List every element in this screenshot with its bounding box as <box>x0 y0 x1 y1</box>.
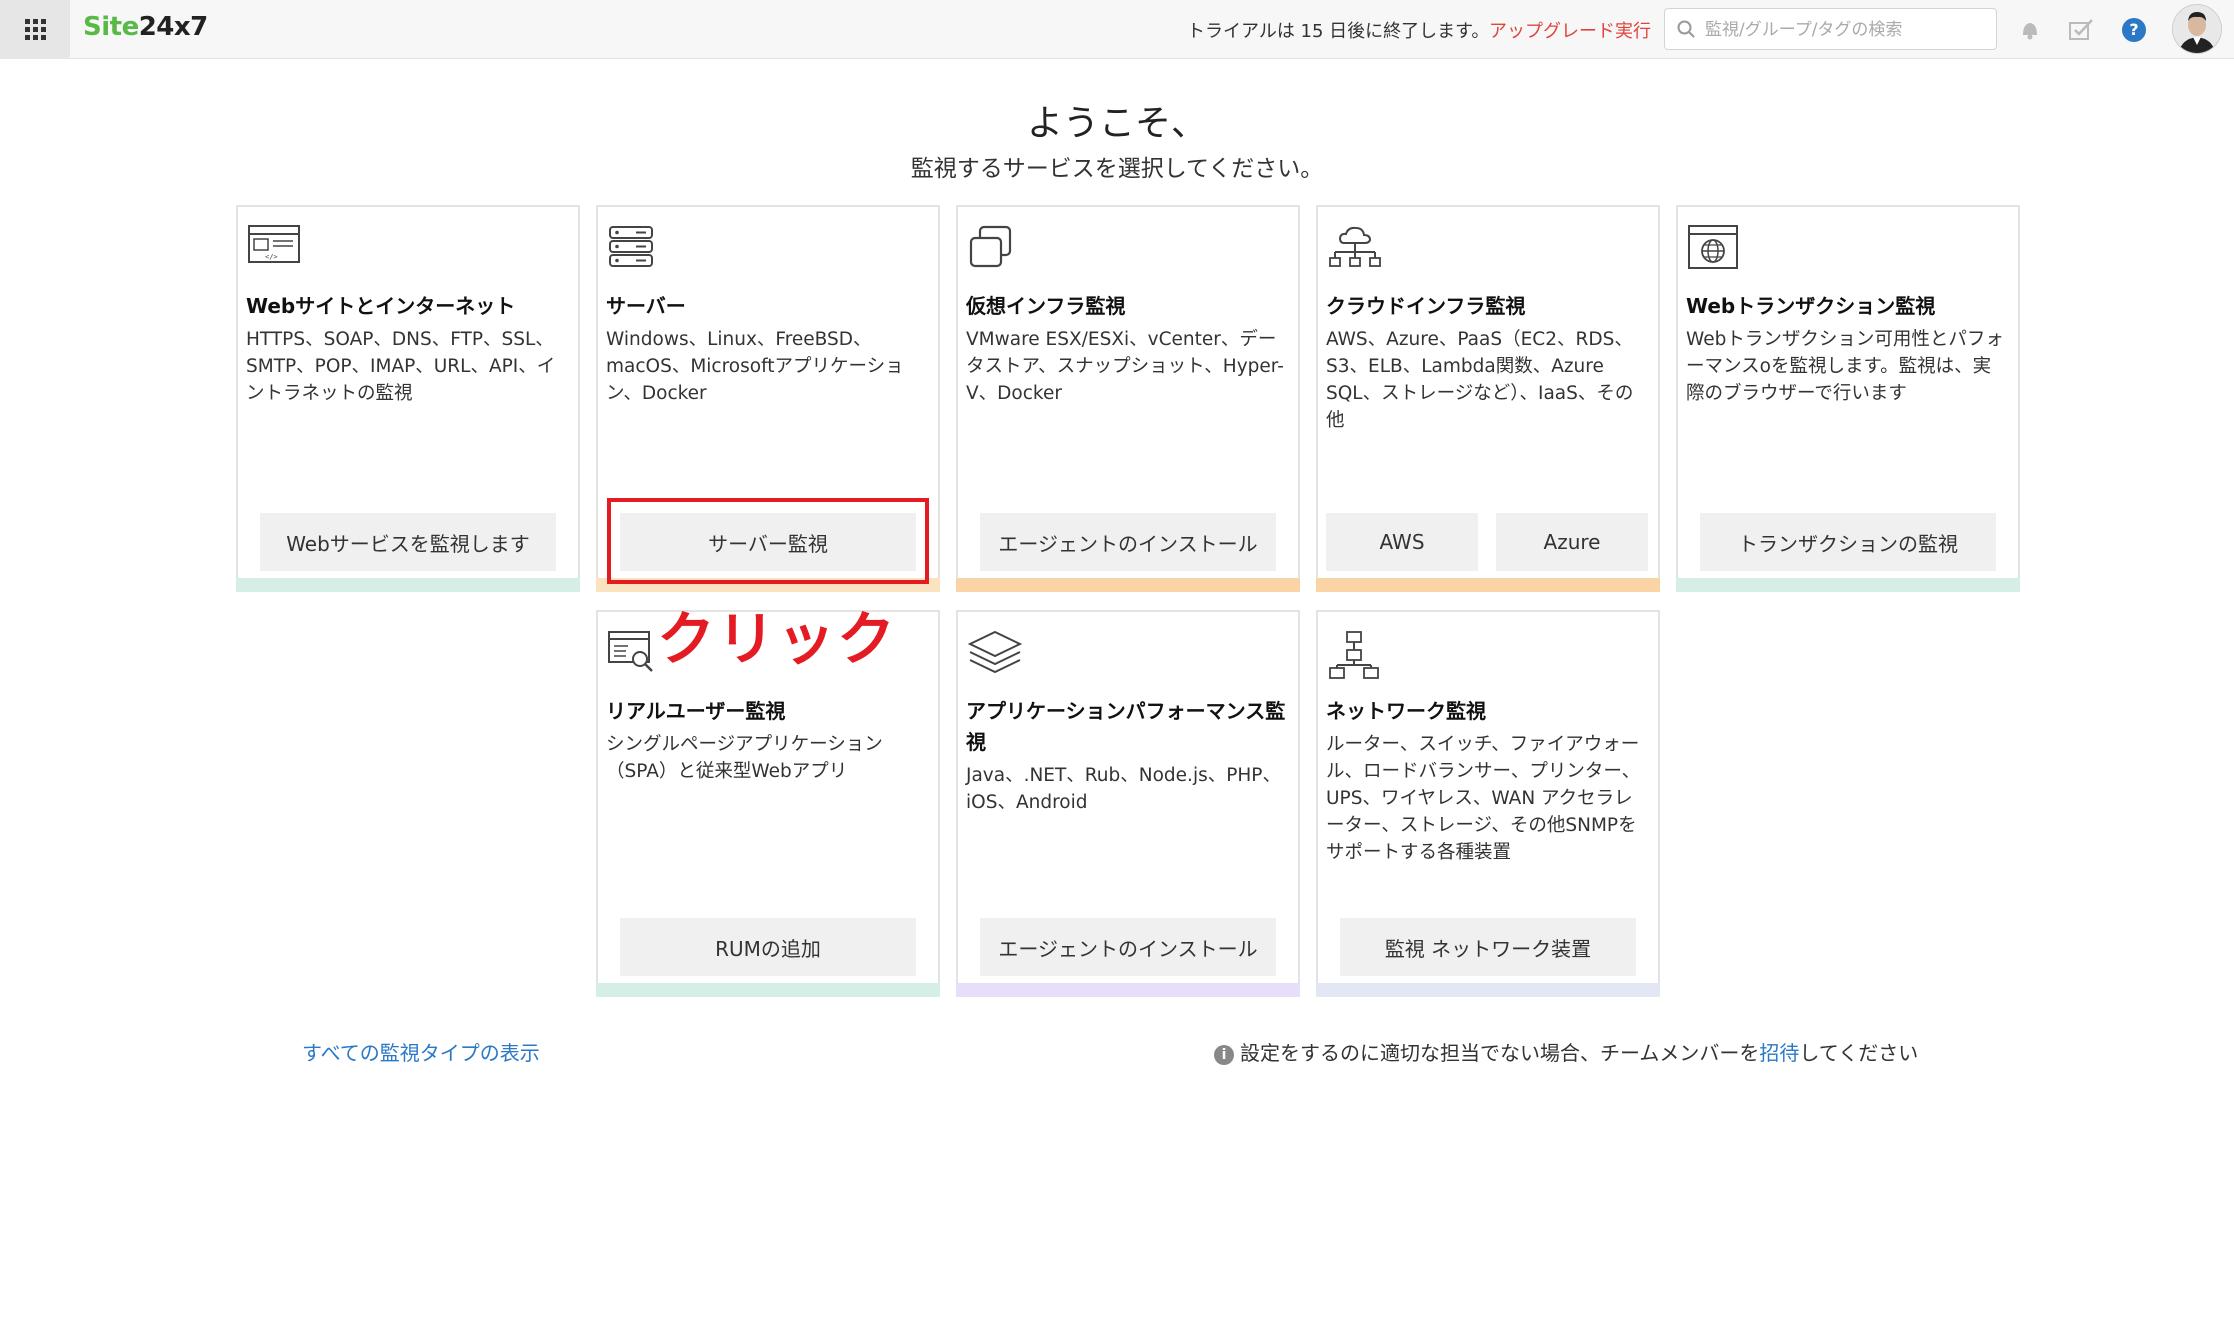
card-accent-bar <box>236 578 580 592</box>
card-accent-bar <box>596 983 940 997</box>
top-bar: Site24x7 トライアルは 15 日後に終了します。 アップグレード実行 ? <box>0 0 2234 59</box>
rum-monitor-icon <box>608 631 653 672</box>
network-topology-icon <box>1329 631 1379 679</box>
card-accent-bar <box>956 578 1300 592</box>
invite-note-text: 設定をするのに適切な担当でない場合、チームメンバーを <box>1240 1041 1760 1065</box>
invite-note-text-end: してください <box>1799 1041 1919 1065</box>
card-title: リアルユーザー監視 <box>606 699 786 723</box>
card-description: シングルページアプリケーション（SPA）と従来型Webアプリ <box>606 734 883 782</box>
server-icon <box>609 226 653 267</box>
monitor-web-services-button[interactable]: Webサービスを監視します <box>260 513 556 571</box>
card-title: ネットワーク監視 <box>1326 699 1486 723</box>
user-avatar[interactable] <box>2172 4 2222 54</box>
welcome-subtitle: 監視するサービスを選択してください。 <box>910 156 1324 182</box>
upgrade-link[interactable]: アップグレード実行 <box>1489 17 1651 43</box>
info-icon: i <box>1214 1045 1234 1065</box>
card-title: アプリケーションパフォーマンス監視 <box>966 699 1286 754</box>
layers-icon <box>968 630 1022 674</box>
invite-note: i 設定をするのに適切な担当でない場合、チームメンバーを招待してください <box>1214 1037 1918 1066</box>
card-website-monitoring: </> Webサイトとインターネット HTTPS、SOAP、DNS、FTP、SS… <box>236 205 580 592</box>
aws-button[interactable]: AWS <box>1326 513 1478 571</box>
browser-globe-icon <box>1688 225 1738 269</box>
card-title: クラウドインフラ監視 <box>1326 294 1526 318</box>
card-description: AWS、Azure、PaaS（EC2、RDS、S3、ELB、Lambda関数、A… <box>1326 329 1634 431</box>
trial-notice: トライアルは 15 日後に終了します。 <box>1187 21 1490 42</box>
card-web-transaction-monitoring: Webトランザクション監視 Webトランザクション可用性とパフォーマンスoを監視… <box>1676 205 2020 592</box>
card-network-monitoring: ネットワーク監視 ルーター、スイッチ、ファイアウォール、ロードバランサー、プリン… <box>1316 610 1660 997</box>
card-accent-bar <box>956 983 1300 997</box>
virtual-infra-icon <box>969 225 1012 268</box>
tasks-icon[interactable] <box>2068 18 2094 42</box>
app-grid-icon[interactable] <box>0 0 70 59</box>
card-accent-bar <box>1676 578 2020 592</box>
add-rum-button[interactable]: RUMの追加 <box>620 918 916 976</box>
card-description: Webトランザクション可用性とパフォーマンスoを監視します。監視は、実際のブラウ… <box>1686 329 2004 404</box>
search-icon <box>1677 20 1695 38</box>
card-title: Webサイトとインターネット <box>246 294 516 318</box>
card-accent-bar <box>1316 983 1660 997</box>
cloud-network-icon <box>1329 226 1381 267</box>
logo-text-24x7: 24x7 <box>138 12 209 42</box>
install-agent-button[interactable]: エージェントのインストール <box>980 918 1276 976</box>
search-input[interactable] <box>1703 17 1987 43</box>
install-agent-button[interactable]: エージェントのインストール <box>980 513 1276 571</box>
welcome-heading: ようこそ、 <box>1026 103 1207 144</box>
card-description: Windows、Linux、FreeBSD、macOS、Microsoftアプリ… <box>606 329 904 404</box>
view-all-monitor-types-link[interactable]: すべての監視タイプの表示 <box>302 1037 540 1066</box>
notification-bell-icon[interactable] <box>2018 18 2042 42</box>
help-icon[interactable]: ? <box>2122 18 2146 42</box>
azure-button[interactable]: Azure <box>1496 513 1648 571</box>
card-virtual-infra-monitoring: 仮想インフラ監視 VMware ESX/ESXi、vCenter、データストア、… <box>956 205 1300 592</box>
click-annotation: クリック <box>657 605 898 673</box>
card-cloud-infra-monitoring: クラウドインフラ監視 AWS、Azure、PaaS（EC2、RDS、S3、ELB… <box>1316 205 1660 592</box>
card-description: Java、.NET、Rub、Node.js、PHP、iOS、Android <box>966 765 1281 813</box>
search-box[interactable] <box>1664 8 1997 50</box>
invite-link[interactable]: 招待 <box>1759 1041 1799 1065</box>
card-description: ルーター、スイッチ、ファイアウォール、ロードバランサー、プリンター、UPS、ワイ… <box>1326 734 1641 863</box>
card-accent-bar <box>1316 578 1660 592</box>
svg-text:</>: </> <box>265 253 278 261</box>
card-title: Webトランザクション監視 <box>1686 294 1936 318</box>
website-icon: </> <box>248 225 300 263</box>
card-description: HTTPS、SOAP、DNS、FTP、SSL、SMTP、POP、IMAP、URL… <box>246 329 556 404</box>
logo-text-site: Site <box>83 12 139 42</box>
card-title: 仮想インフラ監視 <box>966 294 1126 318</box>
card-title: サーバー <box>606 294 686 318</box>
card-description: VMware ESX/ESXi、vCenter、データストア、スナップショット、… <box>966 329 1284 404</box>
monitor-network-device-button[interactable]: 監視 ネットワーク装置 <box>1340 918 1636 976</box>
site24x7-logo[interactable]: Site24x7 <box>83 12 208 42</box>
highlight-box <box>607 498 929 584</box>
monitor-transaction-button[interactable]: トランザクションの監視 <box>1700 513 1996 571</box>
avatar-icon <box>2173 5 2221 53</box>
card-apm-monitoring: アプリケーションパフォーマンス監視 Java、.NET、Rub、Node.js、… <box>956 610 1300 997</box>
